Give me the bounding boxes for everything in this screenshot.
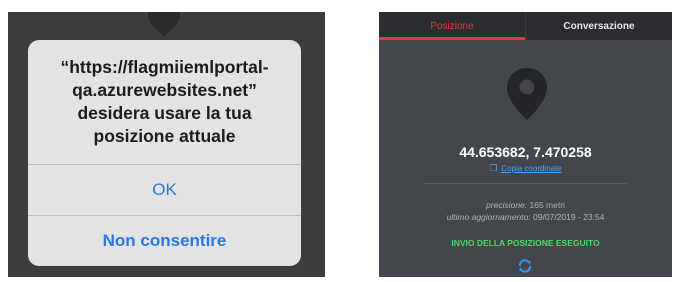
precision-line: precisione: 165 metri — [379, 200, 672, 210]
coordinates-text: 44.653682, 7.470258 — [459, 144, 592, 160]
location-permission-screen: “https://flagmiiemlportal- qa.azurewebsi… — [8, 12, 325, 277]
last-update-label: ultimo aggiornamento: — [446, 212, 531, 222]
status-text: INVIO DELLA POSIZIONE ESEGUITO — [451, 238, 600, 248]
precision-value: 165 metri — [529, 200, 565, 210]
divider — [424, 183, 627, 184]
alert-message: “https://flagmiiemlportal- qa.azurewebsi… — [60, 57, 269, 146]
permission-alert: “https://flagmiiemlportal- qa.azurewebsi… — [28, 40, 301, 266]
copy-icon[interactable]: ❐ — [489, 163, 497, 173]
last-update-value: 09/07/2019 - 23:54 — [533, 212, 605, 222]
map-pin-icon — [505, 66, 549, 122]
copy-coordinates-label[interactable]: Copia coordinate — [501, 164, 561, 173]
copy-coordinates-link[interactable]: ❐ Copia coordinate — [379, 163, 672, 174]
tab-posizione[interactable]: Posizione — [379, 12, 525, 40]
refresh-icon[interactable] — [517, 258, 533, 274]
precision-label: precisione: — [486, 200, 528, 210]
deny-button[interactable]: Non consentire — [28, 216, 301, 266]
tab-conversazione[interactable]: Conversazione — [525, 12, 672, 40]
background-pin-shape — [141, 12, 187, 37]
ok-button[interactable]: OK — [28, 165, 301, 215]
tab-bar: Posizione Conversazione — [379, 12, 672, 40]
location-screen: Posizione Conversazione 44.653682, 7.470… — [379, 12, 672, 277]
last-update-line: ultimo aggiornamento: 09/07/2019 - 23:54 — [379, 212, 672, 222]
